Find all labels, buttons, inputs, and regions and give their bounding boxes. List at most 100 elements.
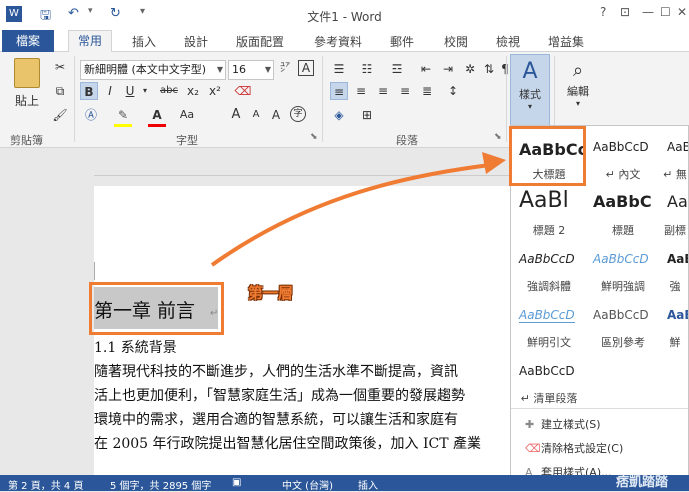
shading-icon[interactable]: ◈ (330, 106, 348, 124)
watermark-logo: 痞凱踏踏 (616, 475, 669, 490)
style-subtitle[interactable]: AaB副標 (661, 186, 688, 242)
increase-indent-icon[interactable]: ⇥ (440, 60, 456, 78)
borders-icon[interactable]: ⊞ (358, 106, 376, 124)
restore-button[interactable]: ☐ (660, 5, 671, 19)
ribbon-display-icon[interactable]: ⊡ (620, 5, 630, 19)
show-marks-icon[interactable]: ¶ (500, 60, 510, 78)
phonetic-guide-icon[interactable]: ㍐ (278, 60, 292, 78)
proofing-icon[interactable]: ▣ (232, 477, 241, 488)
bullets-icon[interactable]: ☰ (330, 60, 348, 78)
sort-icon[interactable]: ⇅ (482, 60, 496, 78)
change-case-icon[interactable]: Aa (178, 106, 196, 124)
chapter-heading[interactable]: 第一章 前言 (94, 296, 195, 323)
minimize-button[interactable]: — (642, 5, 654, 19)
status-bar: 第 2 頁，共 4 頁 5 個字，共 2895 個字 ▣ 中文 (台灣) 插入 … (0, 475, 689, 492)
style-heading-2[interactable]: AaBl 標題 2 (513, 186, 585, 242)
style-list-paragraph[interactable]: AaBbCcD ↵ 清單段落 (513, 354, 585, 410)
body-line-3[interactable]: 環境中的需求，選用合適的智慧系統，可以讓生活和家庭有 (94, 409, 458, 429)
copy-icon[interactable]: ⧉ (52, 82, 68, 100)
asian-layout-icon[interactable]: ✲ (462, 60, 478, 78)
body-line-2[interactable]: 活上也更加便利，「智慧家庭生活」成為一個重要的發展趨勢 (94, 385, 465, 405)
align-left-button[interactable]: ≡ (330, 82, 348, 100)
font-size-combo[interactable]: 16 ▼ (228, 60, 274, 80)
strikethrough-button[interactable]: abc (158, 82, 180, 100)
style-intense-emphasis[interactable]: AaBbCcD 鮮明強調 (587, 242, 659, 298)
font-color-icon[interactable]: A (148, 106, 166, 124)
italic-button[interactable]: I (102, 82, 118, 100)
close-button[interactable]: ✕ (677, 5, 687, 19)
style-normal[interactable]: AaBbCcD ↵ 內文 (587, 130, 659, 186)
annotation-arrow (210, 152, 506, 267)
shrink-font-icon[interactable]: A (248, 106, 264, 124)
tab-file[interactable]: 檔案 (2, 30, 54, 52)
create-style-icon: ✚ (525, 418, 535, 431)
multilevel-list-icon[interactable]: ☲ (388, 60, 406, 78)
style-intense-reference[interactable]: AaB鮮 (661, 298, 688, 354)
margin-crop-mark (94, 262, 95, 280)
line-spacing-icon[interactable]: ↕ (444, 82, 462, 100)
insert-mode[interactable]: 插入 (358, 477, 378, 492)
tab-insert[interactable]: 插入 (132, 33, 156, 50)
align-center-button[interactable]: ≡ (352, 82, 370, 100)
character-border-icon[interactable]: A (298, 60, 314, 76)
style-no-spacing[interactable]: AaBbC↵ 無 (661, 130, 688, 186)
create-style-item[interactable]: ✚ 建立樣式(S) (525, 416, 601, 432)
tab-design[interactable]: 設計 (184, 33, 208, 50)
tab-addins[interactable]: 增益集 (548, 33, 584, 50)
level-annotation: 第一層 (248, 284, 294, 302)
tab-references[interactable]: 參考資料 (314, 33, 362, 50)
font-name-combo[interactable]: 新細明體 (本文中文字型) ▼ (80, 60, 226, 80)
numbering-icon[interactable]: ☷ (358, 60, 376, 78)
page-count[interactable]: 第 2 頁，共 4 頁 (8, 477, 83, 492)
clear-formatting-item[interactable]: ⌫清除格式設定(C) (525, 440, 623, 456)
tab-layout[interactable]: 版面配置 (236, 33, 284, 50)
font-color-bar (148, 124, 166, 127)
tab-view[interactable]: 檢視 (496, 33, 520, 50)
character-shading-icon[interactable]: A (268, 106, 284, 124)
clipboard-icon (14, 58, 40, 88)
styles-button[interactable]: A 樣式 ▾ (510, 54, 550, 126)
title-bar: W 🖫 ↶ ▾ ↻ ▾ 文件1 - Word ? ⊡ — ☐ ✕ (0, 0, 689, 30)
distributed-button[interactable]: ≣ (418, 82, 436, 100)
style-subtle-reference[interactable]: AaBbCcD 區別參考 (587, 298, 659, 354)
subheading[interactable]: 1.1 系統背景 (94, 337, 177, 357)
tab-mailings[interactable]: 郵件 (390, 33, 414, 50)
style-heading[interactable]: AaBbC 標題 (587, 186, 659, 242)
subscript-button[interactable]: x₂ (184, 82, 202, 100)
clipboard-group-label: 剪貼簿 (10, 134, 43, 147)
text-effects-icon[interactable]: Ⓐ (82, 106, 100, 124)
language-indicator[interactable]: 中文 (台灣) (282, 477, 333, 492)
ribbon-tabs: 檔案 常用 插入 設計 版面配置 參考資料 郵件 校閱 檢視 增益集 (0, 30, 689, 53)
bold-button[interactable]: B (80, 82, 98, 100)
heading-paragraph-mark: ↵ (210, 308, 219, 319)
font-group-label: 字型 (176, 134, 198, 147)
editing-button[interactable]: ⌕ 編輯 ▾ (560, 54, 596, 126)
window-title: 文件1 - Word (307, 10, 382, 24)
word-count[interactable]: 5 個字，共 2895 個字 (110, 477, 211, 492)
help-button[interactable]: ? (600, 5, 606, 19)
style-subtle-emphasis[interactable]: AaBbCcD 強調斜體 (513, 242, 585, 298)
align-right-button[interactable]: ≡ (374, 82, 392, 100)
enclose-characters-icon[interactable]: 字 (290, 106, 306, 122)
eraser-icon: ⌫ (525, 442, 541, 455)
underline-button[interactable]: U (122, 82, 138, 100)
tab-review[interactable]: 校閱 (444, 33, 468, 50)
style-strong[interactable]: AaB強 (661, 242, 688, 298)
superscript-button[interactable]: x² (206, 82, 224, 100)
clear-formatting-icon[interactable]: ⌫ (234, 82, 252, 100)
underline-dropdown-icon[interactable]: ▾ (140, 82, 150, 100)
decrease-indent-icon[interactable]: ⇤ (418, 60, 434, 78)
format-painter-icon[interactable]: 🖌 (52, 106, 68, 124)
cut-icon[interactable]: ✂ (52, 58, 68, 76)
highlight-color-icon[interactable]: ✎ (114, 106, 132, 124)
body-line-4[interactable]: 在 2005 年行政院提出智慧化居住空間政策後，加入 ICT 產業 (94, 433, 481, 453)
binoculars-icon: ⌕ (572, 60, 584, 81)
grow-font-icon[interactable]: A (228, 106, 244, 124)
styles-icon: A (522, 59, 538, 84)
justify-button[interactable]: ≡ (396, 82, 414, 100)
tab-home[interactable]: 常用 (68, 30, 112, 53)
title-style-highlight-box (509, 126, 586, 186)
body-line-1[interactable]: 隨著現代科技的不斷進步，人們的生活水準不斷提高，資訊 (94, 361, 458, 381)
paste-button[interactable]: 貼上 (10, 58, 44, 114)
style-intense-quote[interactable]: AaBbCcD 鮮明引文 (513, 298, 585, 354)
